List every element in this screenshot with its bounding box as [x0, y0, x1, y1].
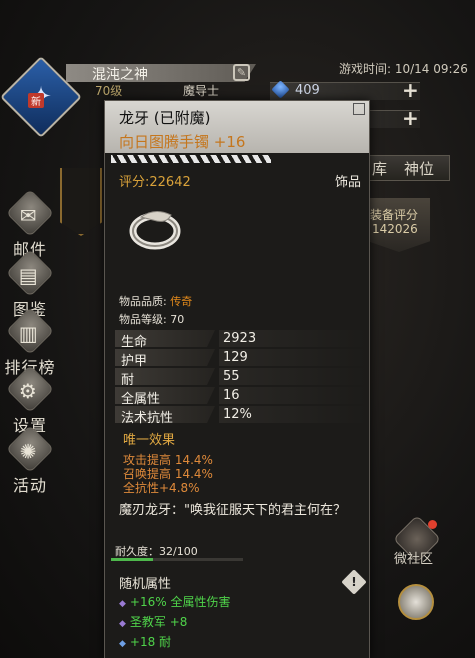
- new-badge: 新: [28, 93, 44, 108]
- stat-value: 12%: [223, 407, 252, 422]
- stat-row: 全属性 16: [115, 386, 367, 407]
- stat-row: 护甲 129: [115, 348, 367, 369]
- game-time: 游戏时间: 10/14 09:26: [339, 62, 468, 76]
- random-attr-text: +18 耐: [129, 635, 172, 649]
- equip-score-label: 装备评分: [370, 208, 419, 222]
- item-quality-label: 物品品质:: [119, 295, 171, 308]
- tab-position[interactable]: 神位: [404, 158, 434, 179]
- unique-effect-line: 全抗性+4.8%: [123, 481, 200, 495]
- durability-label: 耐久度：32/100: [115, 545, 198, 558]
- gem-count: 409: [295, 83, 320, 98]
- add-gold-button[interactable]: +: [402, 106, 419, 130]
- community-label[interactable]: 微社区: [394, 548, 433, 567]
- tooltip-header: 龙牙 (已附魔) 向日图腾手镯 +16: [105, 101, 369, 153]
- random-attr-title: 随机属性: [119, 577, 172, 592]
- rarity-stripe: [111, 155, 271, 163]
- stat-row: 生命 2923: [115, 329, 367, 350]
- sidebar-item-label: 活动: [12, 476, 47, 495]
- item-type: 饰品: [334, 175, 361, 190]
- player-level: 70级: [95, 84, 123, 98]
- emblem-icon[interactable]: [398, 584, 434, 620]
- random-attr-line: ◆ 圣教军 +8: [119, 615, 188, 629]
- stat-row: 法术抗性 12%: [115, 405, 367, 426]
- book-icon: ▤: [5, 248, 55, 298]
- gem-currency-bar: [270, 82, 420, 100]
- durability-bar: [111, 558, 243, 561]
- tab-library[interactable]: 库: [372, 158, 387, 179]
- item-level: 物品等级: 70: [119, 313, 185, 326]
- event-icon: ✺: [5, 424, 55, 474]
- stat-value: 2923: [223, 331, 257, 346]
- edit-name-icon[interactable]: ✎: [233, 64, 250, 81]
- notification-dot: [428, 520, 437, 529]
- stat-row: 耐 55: [115, 367, 367, 388]
- item-score: 评分:22642: [119, 175, 191, 190]
- item-quality: 物品品质: 传奇: [119, 293, 192, 309]
- random-attr-text: +16% 全属性伤害: [129, 595, 231, 609]
- random-attr-text: 圣教军 +8: [129, 615, 188, 629]
- bracelet-icon: [129, 211, 181, 250]
- durability-fill: [111, 558, 154, 561]
- player-class: 魔导士: [183, 84, 220, 98]
- item-quality-value: 传奇: [170, 295, 193, 308]
- stat-value: 55: [223, 369, 240, 384]
- item-name: 向日图腾手镯 +16: [119, 133, 246, 151]
- left-banner: [60, 168, 102, 236]
- gear-icon: ⚙: [5, 364, 55, 414]
- random-attr-line: ◆ +16% 全属性伤害: [119, 595, 231, 609]
- ranking-icon: ▥: [5, 306, 55, 356]
- item-flavor-quote: 魔刃龙牙："唤我征服天下的君主何在？: [119, 503, 346, 518]
- player-name: 混沌之神: [92, 67, 148, 83]
- stat-value: 129: [223, 350, 248, 365]
- info-icon[interactable]: !: [341, 569, 367, 595]
- stat-value: 16: [223, 388, 240, 403]
- add-gem-button[interactable]: +: [402, 78, 419, 102]
- stat-name: 法术抗性: [121, 411, 174, 426]
- mail-icon: ✉: [5, 188, 55, 238]
- equip-score-value: 142026: [372, 222, 418, 236]
- item-enchant-name: 龙牙 (已附魔): [119, 109, 211, 127]
- sidebar-item-events[interactable]: ✺ 活动: [0, 424, 60, 496]
- random-attr-line: ◆ +18 耐: [119, 635, 172, 649]
- unique-effect-title: 唯一效果: [123, 433, 176, 448]
- item-tooltip: 龙牙 (已附魔) 向日图腾手镯 +16 评分:22642 饰品 物品品质: 传奇…: [104, 100, 370, 658]
- tooltip-corner-icon[interactable]: [353, 103, 365, 115]
